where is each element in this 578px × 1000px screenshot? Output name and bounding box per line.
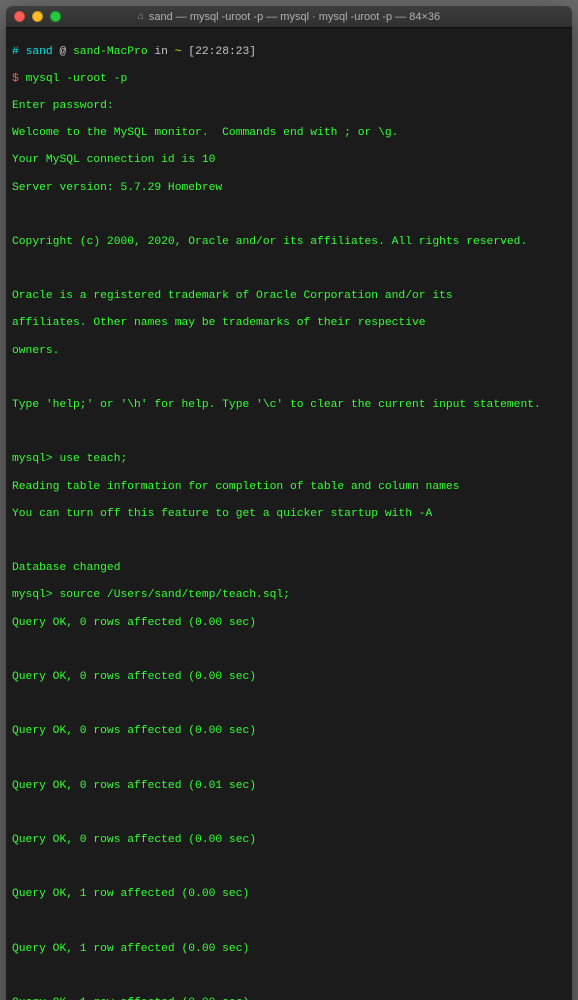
output-line: Query OK, 1 row affected (0.00 sec) [12,943,566,957]
blank-line [12,426,566,440]
prompt-time: [22:28:23] [188,46,256,58]
output-line: affiliates. Other names may be trademark… [12,317,566,331]
output-line: Query OK, 0 rows affected (0.00 sec) [12,725,566,739]
output-line: Query OK, 1 row affected (0.00 sec) [12,888,566,902]
output-line: Query OK, 0 rows affected (0.00 sec) [12,834,566,848]
zoom-icon[interactable] [50,11,61,22]
window-title-text: sand — mysql -uroot -p — mysql · mysql -… [149,11,440,23]
output-line: Query OK, 0 rows affected (0.01 sec) [12,780,566,794]
cmd-line: $ mysql -uroot -p [12,73,566,87]
blank-line [12,916,566,930]
blank-line [12,698,566,712]
blank-line [12,644,566,658]
output-line: Enter password: [12,100,566,114]
prompt-host: sand-MacPro [73,46,148,58]
shell-command: mysql -uroot -p [26,73,128,85]
blank-line [12,861,566,875]
output-line: Copyright (c) 2000, 2020, Oracle and/or … [12,236,566,250]
blank-line [12,372,566,386]
prompt-cwd: ~ [175,46,182,58]
blank-line [12,752,566,766]
output-line: Query OK, 1 row affected (0.00 sec) [12,997,566,1000]
output-line: Reading table information for completion… [12,481,566,495]
output-line: Your MySQL connection id is 10 [12,154,566,168]
minimize-icon[interactable] [32,11,43,22]
home-icon: ⌂ [138,11,144,22]
output-line: Welcome to the MySQL monitor. Commands e… [12,127,566,141]
blank-line [12,970,566,984]
titlebar[interactable]: ⌂ sand — mysql -uroot -p — mysql · mysql… [6,6,572,28]
terminal-window: ⌂ sand — mysql -uroot -p — mysql · mysql… [6,6,572,1000]
close-icon[interactable] [14,11,25,22]
output-line: Server version: 5.7.29 Homebrew [12,182,566,196]
window-title: ⌂ sand — mysql -uroot -p — mysql · mysql… [6,11,572,23]
prompt-line: # sand @ sand-MacPro in ~ [22:28:23] [12,46,566,60]
prompt-hash: # [12,46,19,58]
output-line: Oracle is a registered trademark of Orac… [12,290,566,304]
output-line: Database changed [12,562,566,576]
terminal-body[interactable]: # sand @ sand-MacPro in ~ [22:28:23] $ m… [6,28,572,1000]
blank-line [12,535,566,549]
output-line: Query OK, 0 rows affected (0.00 sec) [12,671,566,685]
mysql-cmd-line: mysql> source /Users/sand/temp/teach.sql… [12,589,566,603]
blank-line [12,807,566,821]
blank-line [12,209,566,223]
prompt-user: sand [26,46,53,58]
prompt-at: @ [59,46,66,58]
output-line: You can turn off this feature to get a q… [12,508,566,522]
window-controls [14,11,61,22]
prompt-dollar: $ [12,73,19,85]
output-line: Type 'help;' or '\h' for help. Type '\c'… [12,399,566,413]
output-line: Query OK, 0 rows affected (0.00 sec) [12,617,566,631]
output-line: owners. [12,345,566,359]
mysql-cmd-line: mysql> use teach; [12,453,566,467]
blank-line [12,263,566,277]
prompt-in: in [154,46,168,58]
